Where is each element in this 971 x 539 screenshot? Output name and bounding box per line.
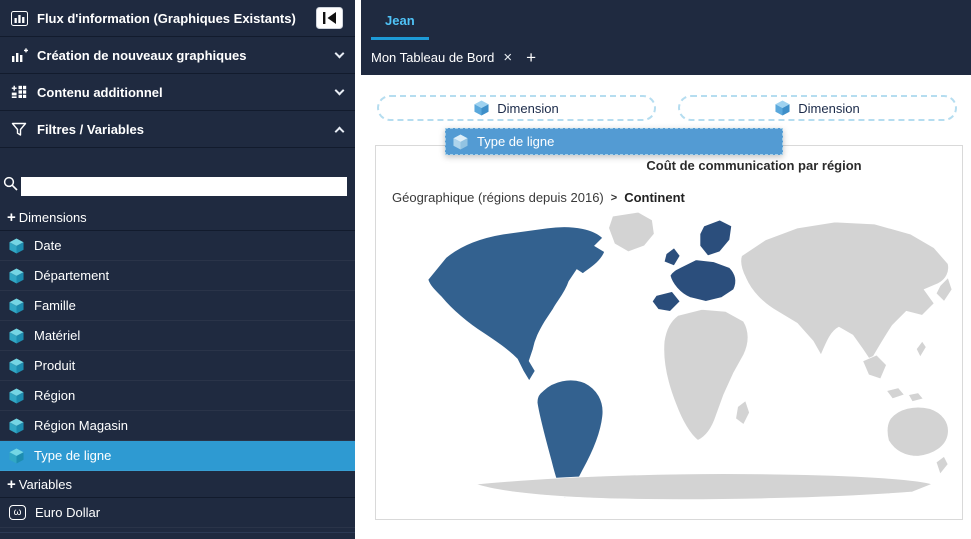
breadcrumb: Géographique (régions depuis 2016) > Con… [392, 190, 685, 205]
dimension-label: Département [34, 268, 109, 283]
cube-icon [474, 100, 489, 116]
sidebar-item-region[interactable]: Région [0, 381, 355, 411]
cube-icon [9, 298, 24, 314]
region-europe-iberia[interactable] [652, 292, 680, 312]
user-tab-bar: Jean [361, 0, 971, 40]
sidebar-item-region-magasin[interactable]: Région Magasin [0, 411, 355, 441]
variable-icon: ω [9, 505, 26, 520]
breadcrumb-current[interactable]: Continent [624, 190, 685, 205]
variables-group-header[interactable]: + Variables [0, 471, 355, 498]
cube-icon [453, 134, 468, 150]
cube-icon [9, 448, 24, 464]
dimension-label: Date [34, 238, 61, 253]
region-antarctica[interactable] [476, 474, 933, 500]
dropzone-label: Dimension [798, 101, 859, 116]
sidebar-item-label: Flux d'information (Graphiques Existants… [37, 11, 296, 26]
dropzone-label: Dimension [497, 101, 558, 116]
cube-icon [9, 418, 24, 434]
region-madagascar[interactable] [736, 401, 750, 425]
region-australia[interactable] [887, 407, 948, 456]
dimension-label: Région Magasin [34, 418, 128, 433]
search-icon [3, 176, 18, 196]
cube-icon [9, 238, 24, 254]
drag-item-label: Type de ligne [477, 134, 554, 149]
sidebar-item-creation-graphiques[interactable]: Création de nouveaux graphiques [0, 37, 355, 74]
dimension-dropzone-2[interactable]: Dimension [678, 95, 957, 121]
dashboard-canvas: Dimension Dimension Type de ligne Coût d… [355, 75, 971, 539]
sidebar-item-flux-information[interactable]: Flux d'information (Graphiques Existants… [0, 0, 355, 37]
plus-icon: + [7, 210, 16, 225]
group-header-label: Variables [19, 477, 72, 492]
sidebar-bottom-divider [0, 532, 355, 533]
add-dashboard-button[interactable]: + [526, 48, 536, 68]
breadcrumb-separator-icon: > [611, 192, 617, 204]
region-philippines[interactable] [916, 341, 926, 357]
close-icon[interactable]: × [503, 49, 512, 66]
chevron-up-icon [335, 127, 345, 137]
region-greenland[interactable] [609, 212, 655, 252]
cube-icon [9, 328, 24, 344]
sidebar-item-type-de-ligne[interactable]: Type de ligne [0, 441, 355, 471]
sidebar-item-filtres-variables[interactable]: Filtres / Variables [0, 111, 355, 148]
tab-jean[interactable]: Jean [371, 13, 429, 40]
sidebar-item-departement[interactable]: Département [0, 261, 355, 291]
sidebar-item-date[interactable]: Date [0, 231, 355, 261]
dimension-dropzone-1[interactable]: Dimension [377, 95, 656, 121]
chevron-down-icon [335, 85, 345, 95]
dimension-label: Région [34, 388, 75, 403]
region-africa[interactable] [664, 309, 748, 440]
dimension-label: Matériel [34, 328, 80, 343]
collapse-panel-button[interactable] [316, 7, 343, 29]
region-europe-mainland[interactable] [670, 260, 736, 302]
dropzone-row: Dimension Dimension [355, 75, 971, 121]
region-new-zealand[interactable] [936, 456, 948, 474]
region-indonesia[interactable] [887, 388, 924, 402]
sidebar-item-produit[interactable]: Produit [0, 351, 355, 381]
dimensions-group-header[interactable]: + Dimensions [0, 204, 355, 231]
tab-label: Jean [385, 13, 415, 28]
sidebar-item-label: Création de nouveaux graphiques [37, 48, 247, 63]
world-map-chart[interactable] [420, 210, 956, 508]
sidebar-item-materiel[interactable]: Matériel [0, 321, 355, 351]
dashboard-tab-label[interactable]: Mon Tableau de Bord [371, 50, 494, 65]
search-bar [0, 148, 355, 204]
chevron-down-icon [335, 48, 345, 58]
sidebar-item-label: Contenu additionnel [37, 85, 163, 100]
sidebar-item-contenu-additionnel[interactable]: Contenu additionnel [0, 74, 355, 111]
region-europe-scandinavia[interactable] [700, 220, 732, 256]
group-header-label: Dimensions [19, 210, 87, 225]
variable-label: Euro Dollar [35, 505, 100, 520]
chart-panel: Coût de communication par région Géograp… [375, 145, 963, 520]
dimension-label: Produit [34, 358, 75, 373]
dragged-dimension-type-de-ligne[interactable]: Type de ligne [445, 128, 783, 155]
sidebar: Flux d'information (Graphiques Existants… [0, 0, 355, 539]
plus-icon: + [7, 477, 16, 492]
search-input[interactable] [21, 177, 347, 196]
sidebar-item-famille[interactable]: Famille [0, 291, 355, 321]
chart-title: Coût de communication par région [546, 158, 962, 173]
additional-content-icon [8, 85, 30, 100]
funnel-icon [8, 122, 30, 137]
sidebar-item-label: Filtres / Variables [37, 122, 144, 137]
sidebar-item-euro-dollar[interactable]: ω Euro Dollar [0, 498, 355, 528]
dimension-label: Famille [34, 298, 76, 313]
bar-chart-icon [8, 11, 30, 26]
dimension-label: Type de ligne [34, 448, 111, 463]
cube-icon [9, 268, 24, 284]
cube-icon [9, 358, 24, 374]
dashboard-tab-bar: Mon Tableau de Bord × + [361, 40, 971, 75]
new-chart-icon [8, 48, 30, 63]
breadcrumb-root[interactable]: Géographique (régions depuis 2016) [392, 190, 604, 205]
region-asia[interactable] [741, 222, 949, 361]
cube-icon [775, 100, 790, 116]
main-header: Jean Mon Tableau de Bord × + [355, 0, 971, 75]
cube-icon [9, 388, 24, 404]
region-north-america[interactable] [428, 227, 605, 381]
region-europe-uk[interactable] [664, 248, 680, 266]
region-southeast-asia[interactable] [863, 355, 887, 379]
